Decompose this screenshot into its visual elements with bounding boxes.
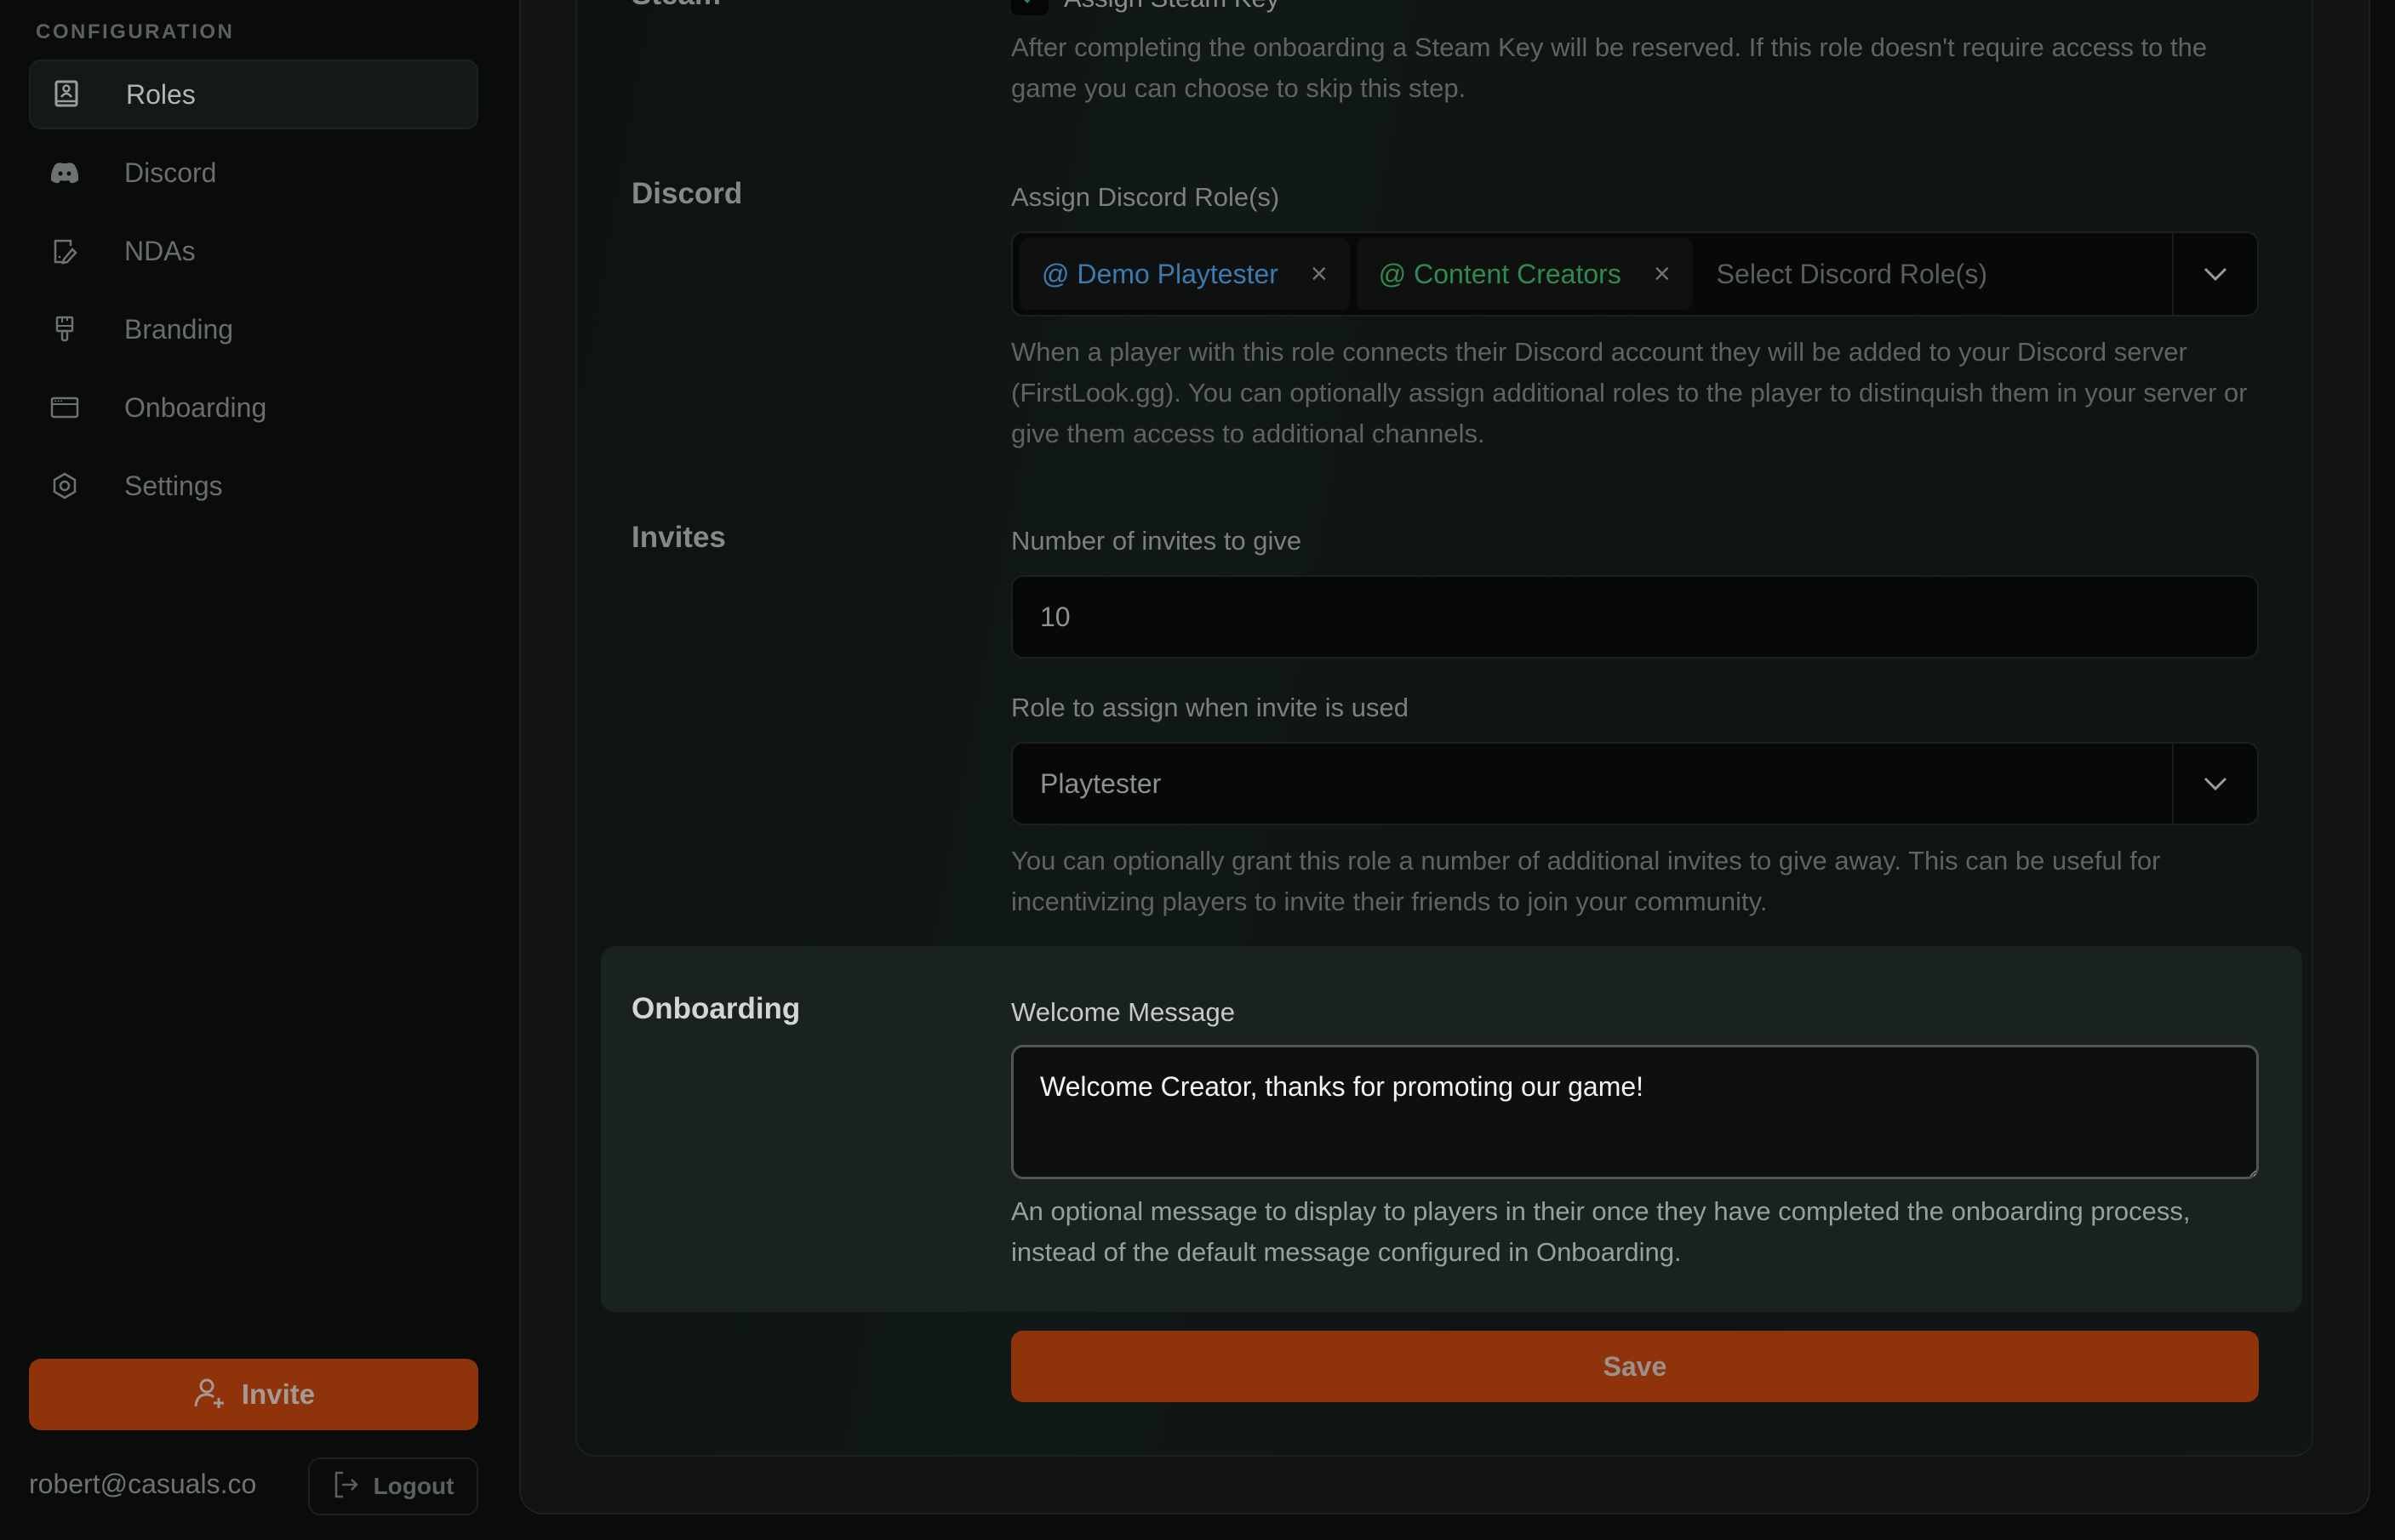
logout-label: Logout (373, 1473, 454, 1499)
sidebar-item-label: Onboarding (124, 391, 267, 423)
invite-role-label: Role to assign when invite is used (1011, 693, 1409, 722)
role-chip: @ Demo Playtester × (1020, 238, 1350, 310)
discord-help-text: When a player with this role connects th… (1011, 337, 2248, 448)
gear-icon (49, 471, 80, 501)
save-button-label: Save (1603, 1350, 1667, 1382)
invites-count-input[interactable]: 10 (1011, 575, 2259, 659)
invite-button[interactable]: Invite (29, 1359, 478, 1430)
chevron-down-icon (2204, 267, 2227, 282)
sidebar-item-label: Branding (124, 313, 234, 345)
onboarding-section-title: Onboarding (632, 992, 801, 1025)
sidebar-section-label: CONFIGURATION (36, 20, 235, 43)
sidebar-item-label: Discord (124, 157, 217, 188)
remove-chip-icon[interactable]: × (1654, 258, 1671, 291)
logout-icon (333, 1470, 360, 1503)
paint-brush-icon (49, 314, 80, 345)
sidebar-item-ndas[interactable]: NDAs (29, 216, 478, 286)
invites-count-value: 10 (1040, 601, 1071, 632)
role-chip: @ Content Creators × (1356, 238, 1693, 310)
discord-roles-dropdown-toggle[interactable] (2172, 233, 2257, 315)
discord-section-title: Discord (632, 177, 743, 210)
welcome-message-textarea[interactable]: Welcome Creator, thanks for promoting ou… (1011, 1045, 2259, 1179)
onboarding-help-text: An optional message to display to player… (1011, 1196, 2191, 1267)
save-button[interactable]: Save (1011, 1331, 2259, 1402)
discord-icon (49, 157, 80, 188)
welcome-message-label: Welcome Message (1011, 997, 1236, 1027)
user-email: robert@casuals.co (29, 1469, 257, 1499)
invite-role-dropdown-toggle[interactable] (2172, 744, 2257, 824)
sidebar-item-label: Settings (124, 470, 223, 501)
invite-button-label: Invite (241, 1378, 316, 1410)
invite-role-select[interactable]: Playtester (1011, 742, 2259, 825)
remove-chip-icon[interactable]: × (1311, 258, 1328, 291)
sidebar-item-roles[interactable]: Roles (29, 60, 478, 129)
sidebar-item-label: Roles (126, 78, 196, 110)
invites-section-title: Invites (632, 521, 726, 554)
invites-help-text: You can optionally grant this role a num… (1011, 846, 2161, 916)
sidebar-item-discord[interactable]: Discord (29, 138, 478, 208)
invites-count-label: Number of invites to give (1011, 526, 1302, 556)
role-chip-label: @ Content Creators (1378, 258, 1621, 289)
discord-roles-label: Assign Discord Role(s) (1011, 182, 1280, 212)
logout-button[interactable]: Logout (308, 1457, 478, 1515)
invite-role-value: Playtester (1040, 767, 1162, 799)
sidebar-item-settings[interactable]: Settings (29, 451, 478, 521)
sidebar-item-label: NDAs (124, 235, 196, 266)
assign-steam-key-label: Assign Steam Key (1064, 0, 1279, 14)
discord-roles-placeholder[interactable]: Select Discord Role(s) (1717, 259, 1987, 290)
sidebar: CONFIGURATION Roles Discord NDAs Brandin… (0, 0, 519, 1540)
check-icon (1024, 0, 1031, 3)
sidebar-item-branding[interactable]: Branding (29, 294, 478, 364)
chevron-down-icon (2204, 777, 2227, 791)
sidebar-item-onboarding[interactable]: Onboarding (29, 373, 478, 442)
discord-roles-multiselect[interactable]: @ Demo Playtester × @ Content Creators ×… (1011, 231, 2259, 317)
role-chip-label: @ Demo Playtester (1042, 258, 1278, 289)
document-edit-icon (49, 236, 80, 266)
roles-book-icon (51, 79, 82, 110)
user-plus-icon (192, 1376, 226, 1414)
steam-section-title: Steam (632, 0, 721, 12)
steam-help-text: After completing the onboarding a Steam … (1011, 32, 2208, 103)
browser-window-icon (49, 392, 80, 423)
assign-steam-key-checkbox[interactable] (1011, 0, 1049, 15)
